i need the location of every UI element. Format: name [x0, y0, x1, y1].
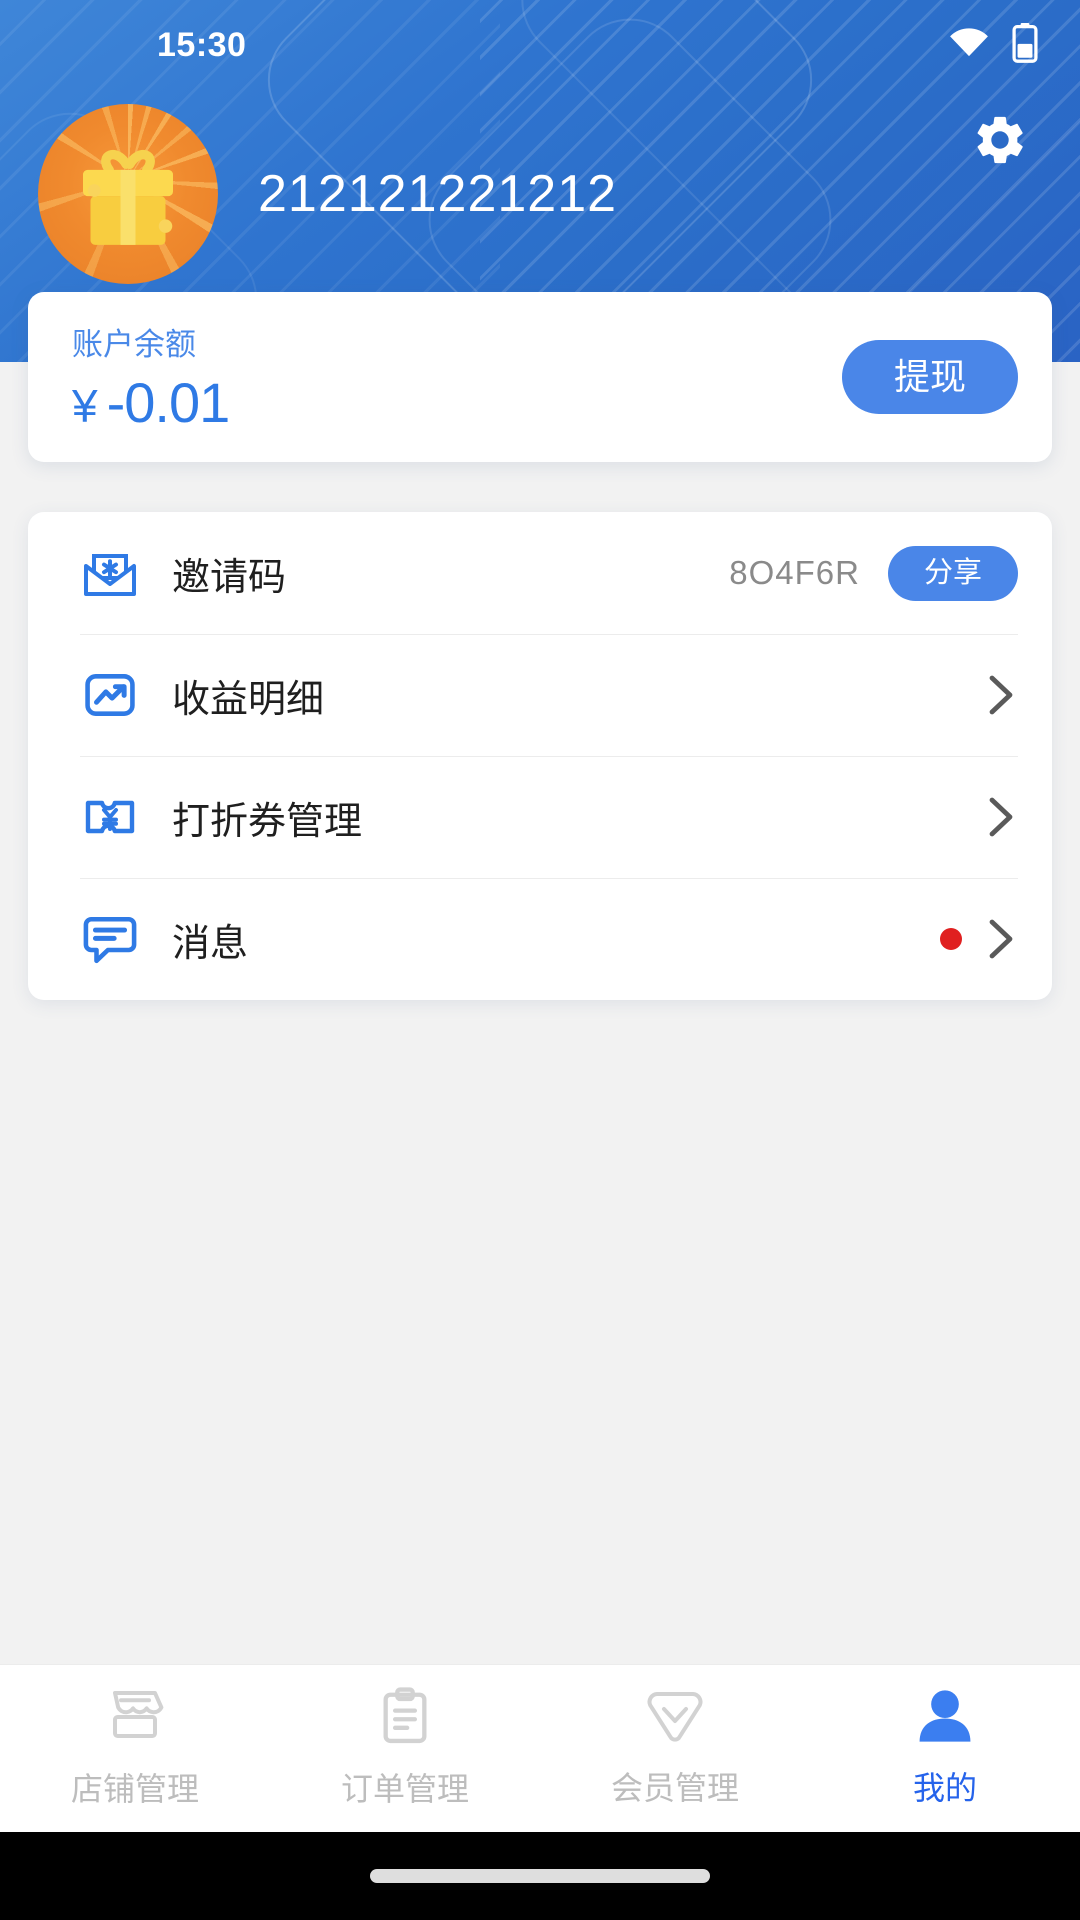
clipboard-icon	[376, 1687, 434, 1750]
unread-badge	[940, 928, 962, 950]
person-icon	[916, 1688, 974, 1749]
nav-item-label: 会员管理	[610, 1770, 739, 1806]
balance-value: -0.01	[106, 371, 231, 434]
home-indicator-area	[0, 1832, 1080, 1920]
settings-button[interactable]	[968, 110, 1032, 174]
balance-info: 账户余额 ¥ -0.01	[72, 319, 231, 435]
menu-item-label: 邀请码	[172, 556, 287, 599]
wifi-icon	[948, 27, 990, 64]
menu-item-coupon-management[interactable]: 打折券管理	[28, 756, 1052, 878]
chevron-right-icon	[984, 794, 1018, 840]
nav-item-label: 店铺管理	[70, 1771, 199, 1807]
currency-symbol: ¥	[72, 380, 98, 432]
app-screen: 15:30 212121221212 账户余额 ¥ -0.01 提现 邀请码 8…	[0, 0, 1080, 1920]
profile-block[interactable]: 212121221212	[38, 104, 617, 284]
share-button[interactable]: 分享	[887, 545, 1018, 601]
invite-code-value: 8O4F6R	[729, 554, 860, 591]
row-actions	[984, 794, 1018, 840]
gear-icon	[971, 111, 1029, 174]
nav-item-profile[interactable]: 我的	[810, 1665, 1080, 1832]
row-actions	[940, 916, 1018, 962]
menu-item-earnings-details[interactable]: 收益明细	[28, 634, 1052, 756]
balance-amount: ¥ -0.01	[72, 370, 231, 435]
menu-item-label: 打折券管理	[172, 800, 363, 843]
menu-item-invite-code[interactable]: 邀请码 8O4F6R 分享	[28, 512, 1052, 634]
nav-item-label: 我的	[912, 1770, 977, 1806]
username: 212121221212	[258, 165, 618, 223]
diamond-member-icon	[644, 1688, 706, 1749]
chevron-right-icon	[984, 916, 1018, 962]
trending-chart-icon	[80, 668, 140, 722]
withdraw-button[interactable]: 提现	[841, 340, 1018, 414]
menu-item-label: 收益明细	[172, 678, 325, 721]
nav-item-order-management[interactable]: 订单管理	[270, 1665, 540, 1832]
status-bar-icons	[948, 22, 1038, 68]
nav-item-label: 订单管理	[340, 1771, 469, 1807]
nav-item-store-management[interactable]: 店铺管理	[0, 1665, 270, 1832]
row-actions	[984, 672, 1018, 718]
chevron-right-icon	[984, 672, 1018, 718]
status-bar: 15:30	[0, 0, 1080, 90]
nav-item-member-management[interactable]: 会员管理	[540, 1665, 810, 1832]
menu-card: 邀请码 8O4F6R 分享 收益明细 打折券管理 消息	[28, 512, 1052, 1000]
coupon-yen-icon	[80, 793, 140, 841]
row-actions: 8O4F6R 分享	[729, 545, 1018, 601]
avatar[interactable]	[38, 104, 218, 284]
battery-icon	[1012, 22, 1038, 68]
home-indicator[interactable]	[370, 1869, 710, 1883]
balance-card: 账户余额 ¥ -0.01 提现	[28, 292, 1052, 462]
menu-item-label: 消息	[172, 922, 249, 965]
storefront-icon	[104, 1687, 166, 1750]
message-bubble-icon	[80, 913, 140, 965]
menu-item-messages[interactable]: 消息	[28, 878, 1052, 1000]
status-bar-time: 15:30	[157, 25, 247, 64]
balance-label: 账户余额	[72, 327, 196, 362]
envelope-star-icon	[80, 548, 140, 598]
bottom-navigation: 店铺管理 订单管理 会员管理 我的	[0, 1664, 1080, 1832]
